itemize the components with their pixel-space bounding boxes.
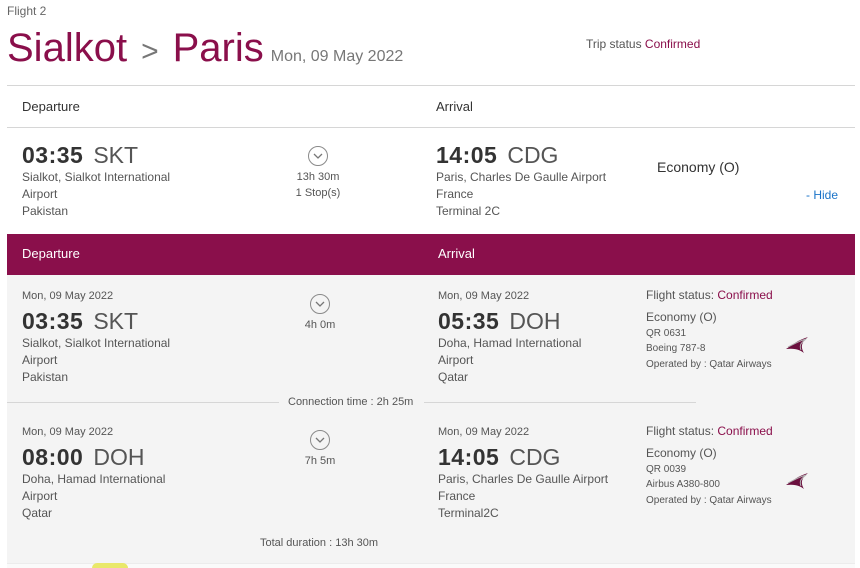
summary-arr-code: CDG xyxy=(507,142,559,168)
segment-2-dep-line2: Airport xyxy=(22,489,58,503)
route-origin: Sialkot xyxy=(7,26,128,70)
segment-2-status-label: Flight status: xyxy=(646,424,715,438)
segment-1-arr-date: Mon, 09 May 2022 xyxy=(438,290,530,302)
segment-2-duration: 7h 5m xyxy=(282,430,358,470)
segment-2-arr-line1: Paris, Charles De Gaulle Airport xyxy=(438,472,609,486)
connection-line-right xyxy=(424,402,696,403)
summary-arr-line2: France xyxy=(436,187,474,201)
segment-2-arrival: Mon, 09 May 2022 14:05 CDG Paris, Charles… xyxy=(438,424,608,522)
chevron-down-circle-icon[interactable] xyxy=(308,146,328,166)
summary-departure-header: Departure xyxy=(22,99,80,114)
segment-2-dep-time: 08:00 xyxy=(22,444,84,470)
segment-1-dep-line1: Sialkot, Sialkot International xyxy=(22,336,171,350)
segment-1-arr-line2: Airport xyxy=(438,353,474,367)
qatar-airways-logo-icon xyxy=(786,473,808,489)
route-date: Mon, 09 May 2022 xyxy=(270,48,404,65)
summary-departure: 03:35 SKT Sialkot, Sialkot International … xyxy=(22,142,170,220)
summary-dep-line2: Airport xyxy=(22,187,58,201)
segment-1-departure: Mon, 09 May 2022 03:35 SKT Sialkot, Sialk… xyxy=(22,288,170,386)
summary-duration-text: 13h 30m xyxy=(296,171,340,183)
header-divider xyxy=(7,85,855,86)
segment-1-operated-by: Operated by : Qatar Airways xyxy=(646,359,772,370)
total-duration: Total duration : 13h 30m xyxy=(260,537,379,549)
chevron-down-circle-icon[interactable] xyxy=(310,294,330,314)
segment-1-dep-date: Mon, 09 May 2022 xyxy=(22,290,114,302)
segment-2-arr-date: Mon, 09 May 2022 xyxy=(438,426,530,438)
summary-duration: 13h 30m 1 Stop(s) xyxy=(280,146,356,200)
segment-1-cabin: Economy (O) xyxy=(646,310,717,324)
bottom-strip xyxy=(7,563,855,568)
segment-1-status-label: Flight status: xyxy=(646,288,715,302)
summary-cabin: Economy (O) xyxy=(657,159,740,175)
segment-2-arr-code: CDG xyxy=(509,444,561,470)
trip-status: Trip status Confirmed xyxy=(586,37,700,51)
segment-1-status: Flight status: Confirmed xyxy=(646,288,836,302)
route-destination: Paris xyxy=(172,26,264,70)
segment-2-status-value: Confirmed xyxy=(717,424,773,438)
decorative-shape xyxy=(92,563,128,568)
flight-label: Flight 2 xyxy=(7,4,47,18)
detail-arrival-header: Arrival xyxy=(438,246,475,261)
summary-arr-time: 14:05 xyxy=(436,142,498,168)
segment-1-dep-line2: Airport xyxy=(22,353,58,367)
qatar-airways-logo-icon xyxy=(786,337,808,353)
segment-1-dep-code: SKT xyxy=(93,308,139,334)
chevron-down-circle-icon[interactable] xyxy=(310,430,330,450)
route-separator-icon: > xyxy=(141,35,159,68)
segment-1-arr-line1: Doha, Hamad International xyxy=(438,336,582,350)
summary-divider xyxy=(7,127,855,128)
segment-1-arr-code: DOH xyxy=(509,308,561,334)
summary-dep-line3: Pakistan xyxy=(22,204,69,218)
segment-1-arr-time: 05:35 xyxy=(438,308,500,334)
trip-status-value: Confirmed xyxy=(644,37,701,51)
summary-arrival-header: Arrival xyxy=(436,99,473,114)
segment-1-flight-info: Flight status: Confirmed Economy (O) QR … xyxy=(646,288,836,373)
segment-1-dep-line3: Pakistan xyxy=(22,370,69,384)
segment-2-dep-date: Mon, 09 May 2022 xyxy=(22,426,114,438)
segment-1-dep-time: 03:35 xyxy=(22,308,84,334)
summary-dep-code: SKT xyxy=(93,142,139,168)
segment-2-status: Flight status: Confirmed xyxy=(646,424,836,438)
segment-2-duration-text: 7h 5m xyxy=(304,455,336,467)
segment-2-dep-line1: Doha, Hamad International xyxy=(22,472,166,486)
connection-line-left xyxy=(7,402,279,403)
summary-arrival: 14:05 CDG Paris, Charles De Gaulle Airpor… xyxy=(436,142,606,220)
segment-2-dep-line3: Qatar xyxy=(22,506,53,520)
summary-dep-time: 03:35 xyxy=(22,142,84,168)
summary-arr-line3: Terminal 2C xyxy=(436,204,501,218)
segment-2-flight-info: Flight status: Confirmed Economy (O) QR … xyxy=(646,424,836,509)
segment-1-duration: 4h 0m xyxy=(282,294,358,334)
segment-2-arr-time: 14:05 xyxy=(438,444,500,470)
summary-dep-line1: Sialkot, Sialkot International xyxy=(22,170,171,184)
detail-header-banner: Departure Arrival xyxy=(7,234,855,275)
segment-2-departure: Mon, 09 May 2022 08:00 DOH Doha, Hamad In… xyxy=(22,424,165,522)
route-title: Sialkot > Paris Mon, 09 May 2022 xyxy=(7,26,403,71)
hide-details-link[interactable]: - Hide xyxy=(806,188,838,202)
segment-2-arr-line3: Terminal2C xyxy=(438,506,499,520)
segment-2-cabin: Economy (O) xyxy=(646,446,717,460)
segment-2-arr-line2: France xyxy=(438,489,476,503)
segment-2-dep-code: DOH xyxy=(93,444,145,470)
detail-departure-header: Departure xyxy=(22,246,80,261)
segment-2-operated-by: Operated by : Qatar Airways xyxy=(646,495,772,506)
segment-1-arr-line3: Qatar xyxy=(438,370,469,384)
connection-time: Connection time : 2h 25m xyxy=(288,396,414,408)
segment-1-arrival: Mon, 09 May 2022 05:35 DOH Doha, Hamad In… xyxy=(438,288,581,386)
summary-stops: 1 Stop(s) xyxy=(295,187,341,199)
segment-1-status-value: Confirmed xyxy=(717,288,773,302)
trip-status-label: Trip status xyxy=(586,37,642,51)
segment-1-duration-text: 4h 0m xyxy=(304,319,336,331)
summary-arr-line1: Paris, Charles De Gaulle Airport xyxy=(436,170,607,184)
